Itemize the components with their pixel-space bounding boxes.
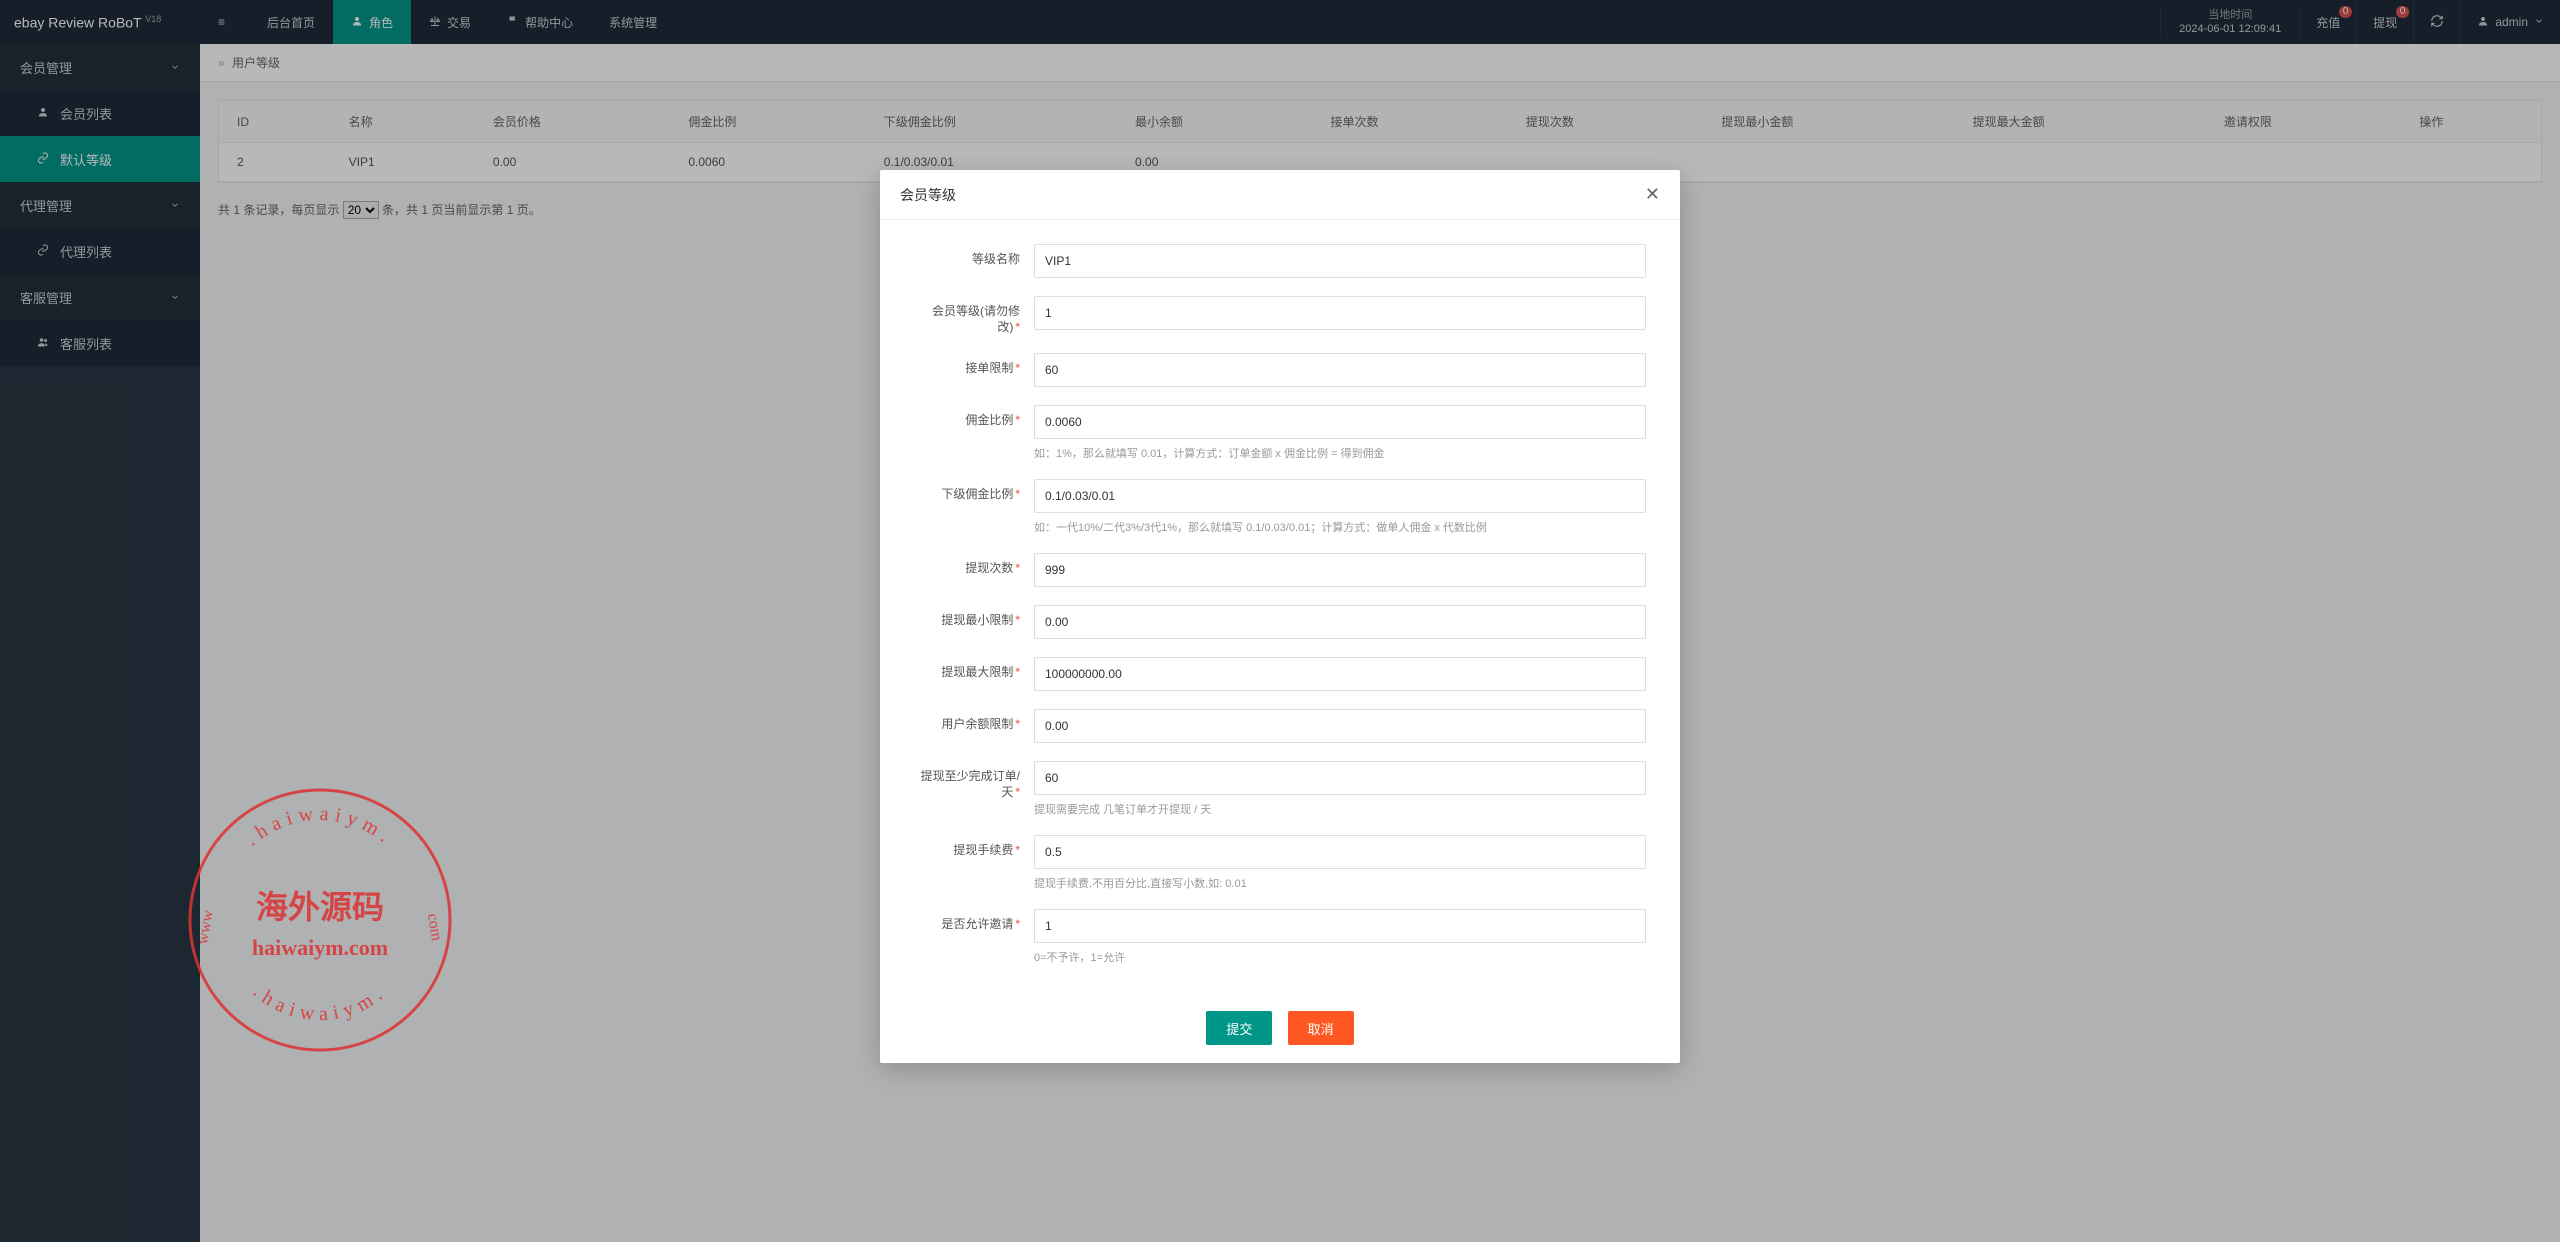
label-text: 接单限制 xyxy=(965,361,1013,375)
commission-input[interactable] xyxy=(1034,405,1646,439)
required-mark: * xyxy=(1015,717,1020,731)
fee-hint: 提现手续费,不用百分比,直接写小数,如: 0.01 xyxy=(1034,875,1646,891)
submit-button[interactable]: 提交 xyxy=(1206,1011,1272,1045)
required-mark: * xyxy=(1015,785,1020,799)
label-text: 下级佣金比例 xyxy=(941,487,1013,501)
balance-limit-input[interactable] xyxy=(1034,709,1646,743)
field-withdraw-times: 提现次数* xyxy=(914,553,1646,587)
withdraw-max-input[interactable] xyxy=(1034,657,1646,691)
required-mark: * xyxy=(1015,917,1020,931)
field-withdraw-max: 提现最大限制* xyxy=(914,657,1646,691)
field-sub-commission: 下级佣金比例* 如：一代10%/二代3%/3代1%，那么就填写 0.1/0.03… xyxy=(914,479,1646,535)
label-text: 提现次数 xyxy=(965,561,1013,575)
required-mark: * xyxy=(1015,843,1020,857)
order-limit-input[interactable] xyxy=(1034,353,1646,387)
field-order-limit: 接单限制* xyxy=(914,353,1646,387)
label-text: 佣金比例 xyxy=(965,413,1013,427)
field-withdraw-min: 提现最小限制* xyxy=(914,605,1646,639)
modal-title: 会员等级 xyxy=(900,185,956,205)
fee-input[interactable] xyxy=(1034,835,1646,869)
sub-commission-hint: 如：一代10%/二代3%/3代1%，那么就填写 0.1/0.03/0.01；计算… xyxy=(1034,519,1646,535)
label-text: 提现最大限制 xyxy=(941,665,1013,679)
allow-invite-input[interactable] xyxy=(1034,909,1646,943)
cancel-button[interactable]: 取消 xyxy=(1288,1011,1354,1045)
orders-per-day-hint: 提现需要完成 几笔订单才开提现 / 天 xyxy=(1034,801,1646,817)
field-level-no: 会员等级(请勿修改)* xyxy=(914,296,1646,335)
field-balance-limit: 用户余额限制* xyxy=(914,709,1646,743)
label-text: 提现最小限制 xyxy=(941,613,1013,627)
close-icon[interactable]: ✕ xyxy=(1645,184,1660,205)
level-name-input[interactable] xyxy=(1034,244,1646,278)
required-mark: * xyxy=(1015,665,1020,679)
field-orders-per-day: 提现至少完成订单/天* 提现需要完成 几笔订单才开提现 / 天 xyxy=(914,761,1646,817)
label-text: 等级名称 xyxy=(972,252,1020,266)
label-text: 提现至少完成订单/天 xyxy=(921,769,1020,799)
field-allow-invite: 是否允许邀请* 0=不予许，1=允许 xyxy=(914,909,1646,965)
sub-commission-input[interactable] xyxy=(1034,479,1646,513)
commission-hint: 如：1%，那么就填写 0.01，计算方式：订单金额 x 佣金比例 = 得到佣金 xyxy=(1034,445,1646,461)
withdraw-min-input[interactable] xyxy=(1034,605,1646,639)
required-mark: * xyxy=(1015,613,1020,627)
field-level-name: 等级名称 xyxy=(914,244,1646,278)
required-mark: * xyxy=(1015,320,1020,334)
modal-body: 等级名称 会员等级(请勿修改)* 接单限制* 佣金比例* 如：1%，那么就填写 … xyxy=(880,220,1680,993)
label-text: 提现手续费 xyxy=(953,843,1013,857)
level-modal: 会员等级 ✕ 等级名称 会员等级(请勿修改)* 接单限制* 佣金比例* 如：1%… xyxy=(880,170,1680,1063)
level-no-input[interactable] xyxy=(1034,296,1646,330)
allow-invite-hint: 0=不予许，1=允许 xyxy=(1034,949,1646,965)
required-mark: * xyxy=(1015,361,1020,375)
label-text: 会员等级(请勿修改) xyxy=(932,304,1020,334)
field-commission: 佣金比例* 如：1%，那么就填写 0.01，计算方式：订单金额 x 佣金比例 =… xyxy=(914,405,1646,461)
required-mark: * xyxy=(1015,487,1020,501)
label-text: 是否允许邀请 xyxy=(941,917,1013,931)
required-mark: * xyxy=(1015,561,1020,575)
withdraw-times-input[interactable] xyxy=(1034,553,1646,587)
orders-per-day-input[interactable] xyxy=(1034,761,1646,795)
required-mark: * xyxy=(1015,413,1020,427)
label-text: 用户余额限制 xyxy=(941,717,1013,731)
modal-header: 会员等级 ✕ xyxy=(880,170,1680,220)
modal-footer: 提交 取消 xyxy=(880,993,1680,1063)
field-fee: 提现手续费* 提现手续费,不用百分比,直接写小数,如: 0.01 xyxy=(914,835,1646,891)
